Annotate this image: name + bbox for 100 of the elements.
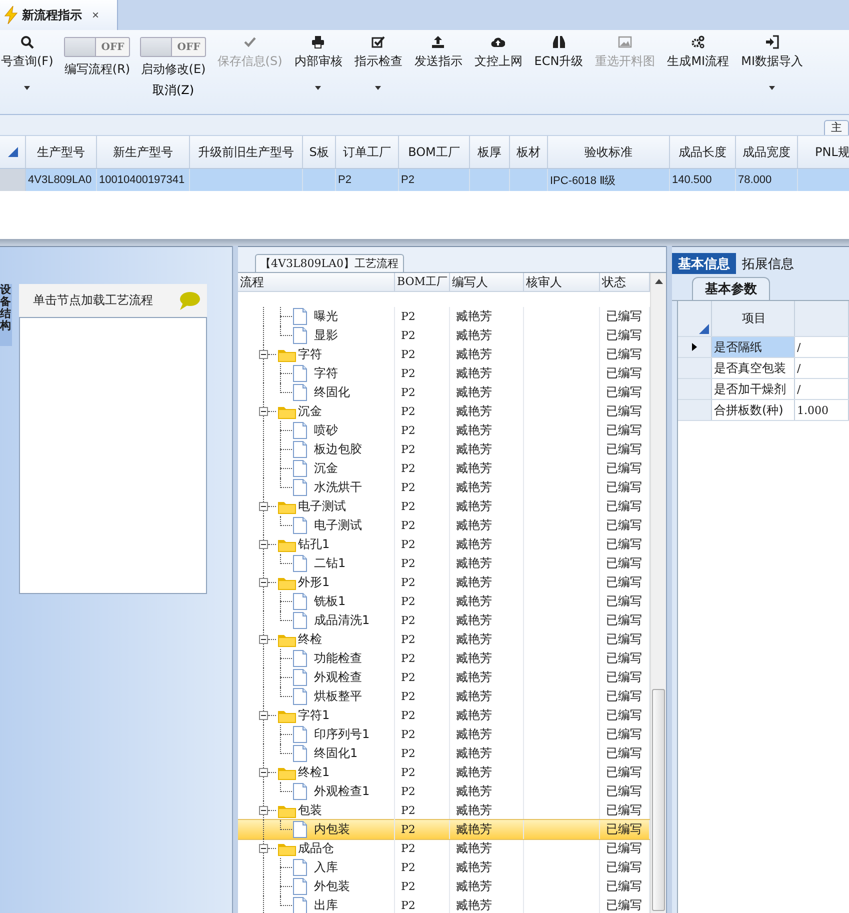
collapse-icon[interactable] bbox=[259, 806, 268, 815]
folder-icon bbox=[278, 576, 296, 590]
tree-row[interactable]: 钻孔1 P2 臧艳芳 已编写 bbox=[238, 535, 650, 554]
document-icon bbox=[293, 384, 307, 401]
column-header[interactable]: 板厚 bbox=[470, 136, 510, 168]
table-row[interactable]: 4V3L809LA0 10010400197341 P2 P2 IPC-6018 Ⅱ级 140.500 78.000 bbox=[0, 169, 849, 191]
column-header[interactable]: 流程 bbox=[238, 273, 395, 291]
tree-row[interactable]: 喷砂 P2 臧艳芳 已编写 bbox=[238, 421, 650, 440]
tree-row[interactable]: 终固化 P2 臧艳芳 已编写 bbox=[238, 383, 650, 402]
close-button[interactable]: × bbox=[90, 8, 102, 22]
tree-row[interactable]: 沉金 P2 臧艳芳 已编写 bbox=[238, 459, 650, 478]
tree-row[interactable]: 内包装 P2 臧艳芳 已编写 bbox=[238, 820, 650, 839]
tree-row[interactable]: 功能检查 P2 臧艳芳 已编写 bbox=[238, 649, 650, 668]
tree-row[interactable]: 电子测试 P2 臧艳芳 已编写 bbox=[238, 497, 650, 516]
ribbon-button[interactable]: 内部审核 bbox=[293, 33, 344, 92]
table-cell: 已编写 bbox=[606, 612, 642, 629]
column-header[interactable]: 编写人 bbox=[450, 273, 524, 291]
table-row[interactable]: 是否加干燥剂 / bbox=[678, 379, 849, 400]
tree-row[interactable]: 二钻1 P2 臧艳芳 已编写 bbox=[238, 554, 650, 573]
tree-row[interactable]: 成品仓 P2 臧艳芳 已编写 bbox=[238, 839, 650, 858]
tree-row[interactable]: 水洗烘干 P2 臧艳芳 已编写 bbox=[238, 478, 650, 497]
tree-row[interactable]: 沉金 P2 臧艳芳 已编写 bbox=[238, 402, 650, 421]
table-cell: 是否隔纸 bbox=[714, 338, 762, 356]
table-cell: P2 bbox=[338, 174, 352, 186]
column-header[interactable]: 成品宽度 bbox=[736, 136, 798, 168]
tree-row[interactable]: 外观检查 P2 臧艳芳 已编写 bbox=[238, 668, 650, 687]
table-cell: 臧艳芳 bbox=[456, 593, 492, 610]
table-row[interactable]: 是否真空包装 / bbox=[678, 358, 849, 379]
tree-row[interactable]: 烘板整平 P2 臧艳芳 已编写 bbox=[238, 687, 650, 706]
collapse-icon[interactable] bbox=[259, 578, 268, 587]
table-row[interactable]: 是否隔纸 / bbox=[678, 337, 849, 358]
scroll-up-icon[interactable] bbox=[654, 279, 662, 284]
table-cell: 臧艳芳 bbox=[456, 612, 492, 629]
tab[interactable]: 拓展信息 bbox=[736, 253, 800, 274]
tree-row[interactable]: 入库 P2 臧艳芳 已编写 bbox=[238, 858, 650, 877]
collapse-icon[interactable] bbox=[259, 540, 268, 549]
tree-row[interactable]: 电子测试 P2 臧艳芳 已编写 bbox=[238, 516, 650, 535]
column-header[interactable]: 升级前旧生产型号 bbox=[190, 136, 303, 168]
table-cell: 臧艳芳 bbox=[456, 764, 492, 781]
document-tab[interactable]: 新流程指示 × bbox=[0, 0, 118, 30]
tree-row[interactable]: 外形1 P2 臧艳芳 已编写 bbox=[238, 573, 650, 592]
column-header[interactable]: 新生产型号 bbox=[97, 136, 190, 168]
column-header[interactable]: BOM工厂 bbox=[399, 136, 470, 168]
toggle-switch[interactable]: OFF bbox=[140, 37, 206, 57]
step-name: 外观检查1 bbox=[314, 783, 370, 800]
tree-row[interactable]: 显影 P2 臧艳芳 已编写 bbox=[238, 326, 650, 345]
scrollbar[interactable] bbox=[650, 273, 666, 913]
document-icon bbox=[293, 859, 307, 876]
tree-row[interactable]: 字符 P2 臧艳芳 已编写 bbox=[238, 345, 650, 364]
tree-row[interactable]: 字符 P2 臧艳芳 已编写 bbox=[238, 364, 650, 383]
table-cell: P2 bbox=[401, 728, 416, 741]
ribbon-button[interactable]: 指示检查 bbox=[353, 33, 404, 92]
collapse-icon[interactable] bbox=[259, 635, 268, 644]
column-header[interactable]: S板 bbox=[303, 136, 336, 168]
document-icon bbox=[293, 422, 307, 439]
tree-row[interactable]: 终固化1 P2 臧艳芳 已编写 bbox=[238, 744, 650, 763]
column-header[interactable]: 订单工厂 bbox=[336, 136, 399, 168]
ribbon-button[interactable]: MI数据导入 bbox=[740, 33, 804, 92]
column-header[interactable]: 验收标准 bbox=[548, 136, 670, 168]
ribbon-button[interactable]: 发送指示 bbox=[413, 33, 464, 72]
collapse-icon[interactable] bbox=[259, 502, 268, 511]
column-header[interactable]: BOM工厂 bbox=[395, 273, 450, 291]
toggle-switch[interactable]: OFF bbox=[64, 37, 130, 57]
tree-row[interactable]: 外观检查1 P2 臧艳芳 已编写 bbox=[238, 782, 650, 801]
ribbon-button[interactable]: 文控上网 bbox=[473, 33, 524, 72]
side-tab[interactable]: 主 bbox=[824, 120, 849, 135]
collapse-icon[interactable] bbox=[259, 407, 268, 416]
tree-row[interactable]: 终检 P2 臧艳芳 已编写 bbox=[238, 630, 650, 649]
table-cell: P2 bbox=[401, 557, 416, 570]
tree-row[interactable]: 印序列号1 P2 臧艳芳 已编写 bbox=[238, 725, 650, 744]
ribbon-button[interactable]: ECN升级 bbox=[533, 33, 584, 72]
toggle-label: 编写流程(R) bbox=[64, 61, 130, 78]
folder-name: 包装 bbox=[298, 802, 322, 819]
tree-row[interactable]: 字符1 P2 臧艳芳 已编写 bbox=[238, 706, 650, 725]
sub-tab[interactable]: 基本参数 bbox=[692, 277, 770, 300]
collapse-icon[interactable] bbox=[259, 350, 268, 359]
tree-row[interactable]: 铣板1 P2 臧艳芳 已编写 bbox=[238, 592, 650, 611]
tree-row[interactable]: 终检1 P2 臧艳芳 已编写 bbox=[238, 763, 650, 782]
table-row[interactable]: 合拼板数(种) 1.000 bbox=[678, 400, 849, 421]
tree-row[interactable]: 出库 P2 臧艳芳 已编写 bbox=[238, 896, 650, 913]
ribbon-button[interactable]: 生成MI流程 bbox=[666, 33, 730, 72]
column-header[interactable]: 核审人 bbox=[524, 273, 600, 291]
scroll-thumb[interactable] bbox=[652, 689, 665, 911]
collapse-icon[interactable] bbox=[259, 711, 268, 720]
ribbon-button[interactable]: 号查询(F) bbox=[0, 33, 54, 92]
step-name: 印序列号1 bbox=[314, 726, 370, 743]
cancel-button[interactable]: 取消(Z) bbox=[152, 82, 194, 99]
column-header[interactable]: 成品长度 bbox=[670, 136, 736, 168]
tree-row[interactable]: 曝光 P2 臧艳芳 已编写 bbox=[238, 307, 650, 326]
collapse-icon[interactable] bbox=[259, 844, 268, 853]
tree-row[interactable]: 板边包胶 P2 臧艳芳 已编写 bbox=[238, 440, 650, 459]
table-cell: 已编写 bbox=[606, 593, 642, 610]
vertical-tab[interactable]: 设备结构 bbox=[0, 284, 12, 346]
tab[interactable]: 基本信息 bbox=[672, 253, 736, 274]
column-header[interactable]: 板材 bbox=[510, 136, 548, 168]
table-cell: 已编写 bbox=[606, 384, 642, 401]
collapse-icon[interactable] bbox=[259, 768, 268, 777]
tree-row[interactable]: 外包装 P2 臧艳芳 已编写 bbox=[238, 877, 650, 896]
column-header[interactable]: 生产型号 bbox=[26, 136, 97, 168]
tree-row[interactable]: 成品清洗1 P2 臧艳芳 已编写 bbox=[238, 611, 650, 630]
